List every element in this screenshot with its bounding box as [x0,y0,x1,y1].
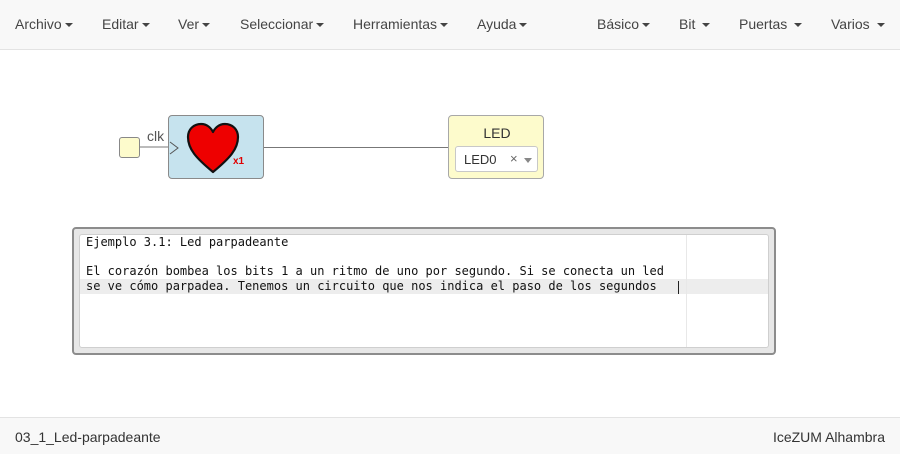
caret-down-icon [202,23,211,27]
menu-archivo[interactable]: Archivo [15,16,73,32]
led-title: LED [483,125,511,141]
led-block[interactable]: LED LED0 × [448,115,544,179]
caret-down-icon [794,23,803,27]
multiplier-label: x1 [233,156,245,167]
print-margin [686,235,687,347]
caret-down-icon [876,23,885,27]
menu-label: Seleccionar [240,16,314,32]
text-cursor [678,281,679,294]
comment-line: Ejemplo 3.1: Led parpadeante [86,235,289,249]
clear-icon[interactable]: × [510,151,518,166]
clk-input-port[interactable] [119,137,140,158]
menu-varios[interactable]: Varios [831,16,885,32]
menu-seleccionar[interactable]: Seleccionar [240,16,325,32]
menubar: Archivo Editar Ver Seleccionar Herramien… [0,0,900,50]
menu-label: Bit [679,16,696,32]
menu-ver[interactable]: Ver [178,16,211,32]
statusbar: 03_1_Led-parpadeante IceZUM Alhambra [0,417,900,454]
menu-label: Herramientas [353,16,438,32]
project-name: 03_1_Led-parpadeante [15,429,161,445]
comment-line: se ve cómo parpadea. Tenemos un circuito… [86,279,657,293]
menu-ayuda[interactable]: Ayuda [477,16,528,32]
menu-label: Ver [178,16,200,32]
comment-block[interactable]: Ejemplo 3.1: Led parpadeante El corazón … [72,227,776,355]
heart-icon [186,122,240,174]
led-pin-value: LED0 [464,152,497,167]
menu-basico[interactable]: Básico [597,16,651,32]
heart-to-led-wire [264,147,448,148]
comment-editor[interactable]: Ejemplo 3.1: Led parpadeante El corazón … [79,234,769,348]
clk-label: clk [147,128,165,144]
menu-label: Editar [102,16,139,32]
caret-down-icon [141,23,150,27]
menu-label: Archivo [15,16,62,32]
caret-down-icon [642,23,651,27]
menu-editar[interactable]: Editar [102,16,150,32]
menu-puertas[interactable]: Puertas [739,16,803,32]
menu-label: Básico [597,16,640,32]
caret-down-icon [316,23,325,27]
led-pin-select[interactable]: LED0 × [455,146,538,172]
board-name[interactable]: IceZUM Alhambra [773,429,885,445]
chevron-down-icon[interactable] [524,158,532,163]
menu-label: Puertas [739,16,788,32]
caret-down-icon [702,23,711,27]
heart-block[interactable]: x1 [168,115,264,179]
menu-label: Varios [831,16,870,32]
caret-down-icon [64,23,73,27]
menu-herramientas[interactable]: Herramientas [353,16,449,32]
comment-line: El corazón bombea los bits 1 a un ritmo … [86,264,664,278]
caret-down-icon [519,23,528,27]
caret-down-icon [440,23,449,27]
clock-input-triangle-icon [169,141,179,155]
menu-bit[interactable]: Bit [679,16,711,32]
menu-label: Ayuda [477,16,517,32]
